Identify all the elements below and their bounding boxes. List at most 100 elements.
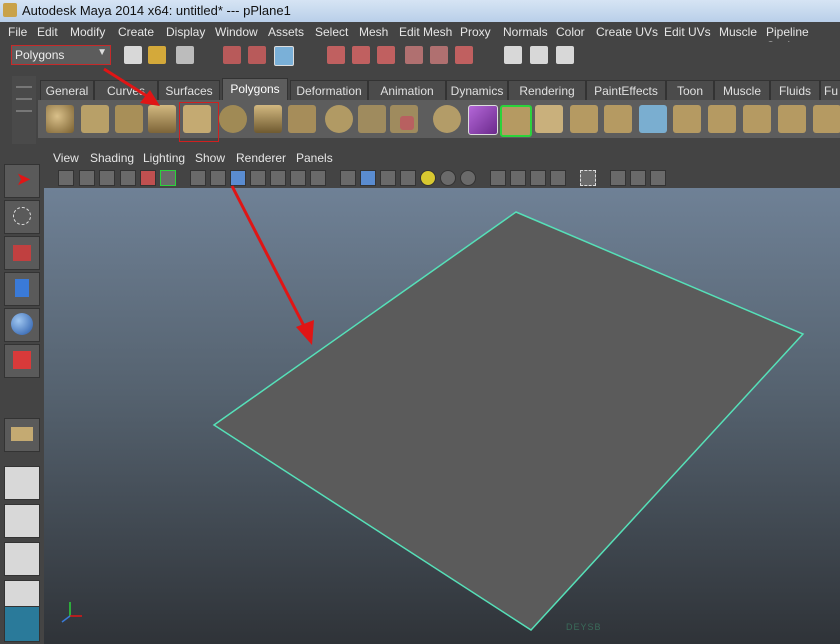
use-all-lights-icon[interactable] xyxy=(420,170,436,186)
render-view-icon[interactable] xyxy=(504,46,522,64)
tab-deformation[interactable]: Deformation xyxy=(290,80,368,101)
poly-bridge-icon[interactable] xyxy=(535,105,563,133)
menu-create[interactable]: Create xyxy=(118,25,154,39)
share-icon[interactable] xyxy=(650,170,666,186)
menu-display[interactable]: Display xyxy=(166,25,205,39)
open-scene-icon[interactable] xyxy=(148,46,166,64)
poly-extrude-icon[interactable] xyxy=(500,105,532,137)
ipr-render-icon[interactable] xyxy=(556,46,574,64)
poly-bevel-icon[interactable] xyxy=(639,105,667,133)
image-plane-icon[interactable] xyxy=(120,170,136,186)
select-by-component-icon[interactable] xyxy=(274,46,294,66)
last-tool-button[interactable] xyxy=(4,418,40,452)
depth-of-field-icon[interactable] xyxy=(530,170,546,186)
tab-rendering[interactable]: Rendering xyxy=(508,80,586,101)
select-by-hierarchy-icon[interactable] xyxy=(223,46,241,64)
textured-icon[interactable] xyxy=(400,170,416,186)
poly-cylinder-icon[interactable] xyxy=(115,105,143,133)
snap-to-grid-icon[interactable] xyxy=(327,46,345,64)
menu-edit[interactable]: Edit xyxy=(37,25,58,39)
tab-general[interactable]: General xyxy=(40,80,94,101)
rotate-tool-button[interactable] xyxy=(4,308,40,342)
wireframe-icon[interactable] xyxy=(340,170,356,186)
menu-window[interactable]: Window xyxy=(215,25,258,39)
shelf-options-grip[interactable] xyxy=(12,76,36,144)
menu-normals[interactable]: Normals xyxy=(503,25,548,39)
new-scene-icon[interactable] xyxy=(124,46,142,64)
snap-to-curve-icon[interactable] xyxy=(352,46,370,64)
panel-menu-panels[interactable]: Panels xyxy=(296,151,333,165)
grid-icon[interactable] xyxy=(190,170,206,186)
film-gate-icon[interactable] xyxy=(210,170,226,186)
motion-blur-icon[interactable] xyxy=(490,170,506,186)
tab-dynamics[interactable]: Dynamics xyxy=(446,80,508,101)
poly-cube-icon[interactable] xyxy=(81,105,109,133)
tab-toon[interactable]: Toon xyxy=(666,80,714,101)
poly-smooth-icon[interactable] xyxy=(400,116,414,130)
smooth-shade-icon[interactable] xyxy=(360,170,376,186)
screen-space-ao-icon[interactable] xyxy=(460,170,476,186)
tab-surfaces[interactable]: Surfaces xyxy=(158,80,220,101)
make-live-icon[interactable] xyxy=(430,46,448,64)
poly-append-icon[interactable] xyxy=(570,105,598,133)
poly-fill-hole-icon[interactable] xyxy=(743,105,771,133)
layout-outliner-button[interactable] xyxy=(4,542,40,576)
multisample-icon[interactable] xyxy=(510,170,526,186)
layout-single-pane-button[interactable] xyxy=(4,466,40,500)
snap-to-point-icon[interactable] xyxy=(377,46,395,64)
bookmarks-icon[interactable] xyxy=(99,170,115,186)
menu-modify[interactable]: Modify xyxy=(70,25,105,39)
safe-action-icon[interactable] xyxy=(290,170,306,186)
magnet-icon[interactable] xyxy=(455,46,473,64)
tab-painteffects[interactable]: PaintEffects xyxy=(586,80,666,101)
snap-to-view-plane-icon[interactable] xyxy=(405,46,423,64)
poly-sphere-icon[interactable] xyxy=(46,105,74,133)
tab-fluids[interactable]: Fluids xyxy=(770,80,820,101)
poly-pipe-icon[interactable] xyxy=(288,105,316,133)
xray-icon[interactable] xyxy=(580,170,596,186)
safe-title-icon[interactable] xyxy=(310,170,326,186)
menu-select[interactable]: Select xyxy=(315,25,348,39)
poly-torus-icon[interactable] xyxy=(219,105,247,133)
poly-reduce-icon[interactable] xyxy=(433,105,461,133)
poly-insert-loop-icon[interactable] xyxy=(673,105,701,133)
poly-cone-icon[interactable] xyxy=(148,105,176,133)
tab-muscle[interactable]: Muscle xyxy=(714,80,770,101)
poly-merge-icon[interactable] xyxy=(708,105,736,133)
tab-curves[interactable]: Curves xyxy=(94,80,158,101)
wireframe-on-shaded-icon[interactable] xyxy=(380,170,396,186)
panel-menu-shading[interactable]: Shading xyxy=(90,151,134,165)
xray-components-icon[interactable] xyxy=(630,170,646,186)
menu-file[interactable]: File xyxy=(8,25,27,39)
menu-proxy[interactable]: Proxy xyxy=(460,25,491,39)
poly-pyramid-icon[interactable] xyxy=(254,105,282,133)
2d-pan-zoom-icon[interactable] xyxy=(140,170,156,186)
tab-fu[interactable]: Fu xyxy=(820,80,840,101)
menu-mesh[interactable]: Mesh xyxy=(359,25,388,39)
panel-menu-renderer[interactable]: Renderer xyxy=(236,151,286,165)
layout-four-pane-button[interactable] xyxy=(4,504,40,538)
camera-attributes-icon[interactable] xyxy=(79,170,95,186)
camera-select-icon[interactable] xyxy=(58,170,74,186)
poly-split-icon[interactable] xyxy=(604,105,632,133)
select-tool-button[interactable]: ➤ xyxy=(4,164,40,198)
panel-menu-show[interactable]: Show xyxy=(195,151,225,165)
scale-tool-button[interactable] xyxy=(4,344,40,378)
save-scene-icon[interactable] xyxy=(176,46,194,64)
poly-cube-purple-icon[interactable] xyxy=(468,105,498,135)
lasso-tool-button[interactable] xyxy=(4,200,40,234)
shadows-icon[interactable] xyxy=(440,170,456,186)
menu-edit-uvs[interactable]: Edit UVs xyxy=(664,25,711,39)
grease-pencil-icon[interactable] xyxy=(160,170,176,186)
pplane-mesh[interactable] xyxy=(212,211,805,631)
menu-color[interactable]: Color xyxy=(556,25,585,39)
move-tool-button[interactable] xyxy=(4,272,40,306)
panel-menu-view[interactable]: View xyxy=(53,151,79,165)
menu-muscle[interactable]: Muscle xyxy=(719,25,757,39)
paint-select-tool-button[interactable] xyxy=(4,236,40,270)
menu-create-uvs[interactable]: Create UVs xyxy=(596,25,658,39)
isolate-select-icon[interactable] xyxy=(550,170,566,186)
perspective-viewport[interactable] xyxy=(44,188,840,644)
field-chart-icon[interactable] xyxy=(270,170,286,186)
poly-quadrangulate-icon[interactable] xyxy=(813,105,840,133)
